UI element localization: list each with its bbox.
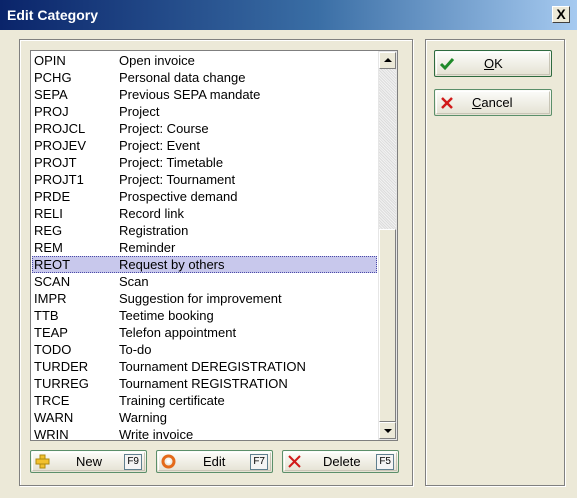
list-item[interactable]: REM Reminder: [32, 239, 377, 256]
scroll-track[interactable]: [379, 69, 396, 229]
scroll-down-button[interactable]: [379, 422, 396, 439]
category-description: Telefon appointment: [119, 325, 237, 340]
category-code: PRDE: [34, 189, 71, 204]
close-icon: X: [556, 6, 566, 22]
arrow-down-icon: [384, 429, 392, 433]
list-item[interactable]: PROJ Project: [32, 103, 377, 120]
category-description: Project: Course: [119, 121, 209, 136]
category-description: Scan: [119, 274, 149, 289]
category-code: IMPR: [34, 291, 67, 306]
category-description: Teetime booking: [119, 308, 214, 323]
list-item[interactable]: REG Registration: [32, 222, 377, 239]
category-description: Warning: [119, 410, 167, 425]
list-item[interactable]: PCHG Personal data change: [32, 69, 377, 86]
category-description: Project: Event: [119, 138, 200, 153]
list-item[interactable]: TTB Teetime booking: [32, 307, 377, 324]
category-code: OPIN: [34, 53, 66, 68]
category-description: Open invoice: [119, 53, 195, 68]
category-description: Personal data change: [119, 70, 246, 85]
list-item[interactable]: IMPR Suggestion for improvement: [32, 290, 377, 307]
category-code: SEPA: [34, 87, 68, 102]
title-bar[interactable]: Edit Category X: [0, 0, 577, 30]
category-description: Registration: [119, 223, 189, 238]
ok-button-label: OK: [484, 56, 503, 71]
list-item[interactable]: TRCE Training certificate: [32, 392, 377, 409]
list-item[interactable]: TURDER Tournament DEREGISTRATION: [32, 358, 377, 375]
category-description: Request by others: [119, 257, 225, 272]
new-button-label: New: [76, 454, 103, 469]
category-code: TEAP: [34, 325, 68, 340]
category-description: Project: Timetable: [119, 155, 224, 170]
check-icon: [439, 58, 455, 71]
category-code: PROJCL: [34, 121, 86, 136]
category-code: PROJT1: [34, 172, 84, 187]
category-code: PROJT: [34, 155, 77, 170]
scroll-thumb[interactable]: [379, 229, 396, 422]
category-description: Prospective demand: [119, 189, 238, 204]
category-code: TURREG: [34, 376, 89, 391]
category-code: TURDER: [34, 359, 89, 374]
delete-button[interactable]: Delete F5: [282, 450, 399, 473]
list-item[interactable]: WARN Warning: [32, 409, 377, 426]
category-description: Reminder: [119, 240, 176, 255]
category-description: Tournament REGISTRATION: [119, 376, 288, 391]
cancel-button-label: Cancel: [472, 95, 513, 110]
list-item[interactable]: PROJCL Project: Course: [32, 120, 377, 137]
close-button[interactable]: X: [552, 6, 570, 23]
category-code: WARN: [34, 410, 74, 425]
category-code: PCHG: [34, 70, 72, 85]
x-icon: [288, 455, 301, 468]
category-description: Previous SEPA mandate: [119, 87, 261, 102]
delete-button-label: Delete: [323, 454, 361, 469]
plus-icon: [35, 454, 50, 469]
category-description: Project: Tournament: [119, 172, 236, 187]
list-item[interactable]: PROJT Project: Timetable: [32, 154, 377, 171]
list-item[interactable]: RELI Record link: [32, 205, 377, 222]
category-description: Training certificate: [119, 393, 225, 408]
category-description: Tournament DEREGISTRATION: [119, 359, 306, 374]
list-item[interactable]: SCAN Scan: [32, 273, 377, 290]
cancel-x-icon: [441, 97, 453, 109]
category-code: SCAN: [34, 274, 71, 289]
category-description: Write invoice: [119, 427, 194, 441]
edit-button[interactable]: Edit F7: [156, 450, 273, 473]
category-code: REG: [34, 223, 63, 238]
list-item[interactable]: OPIN Open invoice: [32, 52, 377, 69]
list-item[interactable]: WRIN Write invoice: [32, 426, 377, 441]
category-code: TTB: [34, 308, 59, 323]
list-item[interactable]: TODO To-do: [32, 341, 377, 358]
category-code: REOT: [34, 257, 71, 272]
list-item[interactable]: PROJT1 Project: Tournament: [32, 171, 377, 188]
cancel-button[interactable]: Cancel: [434, 89, 552, 116]
edit-button-label: Edit: [203, 454, 226, 469]
ok-button[interactable]: OK: [434, 50, 552, 77]
category-code: PROJ: [34, 104, 69, 119]
category-description: Suggestion for improvement: [119, 291, 282, 306]
category-code: WRIN: [34, 427, 69, 441]
list-item[interactable]: REOT Request by others: [32, 256, 377, 273]
list-item[interactable]: SEPA Previous SEPA mandate: [32, 86, 377, 103]
category-code: PROJEV: [34, 138, 87, 153]
category-code: RELI: [34, 206, 63, 221]
scroll-up-button[interactable]: [379, 52, 396, 69]
new-button[interactable]: New F9: [30, 450, 147, 473]
edit-circle-icon: [161, 454, 176, 469]
category-description: To-do: [119, 342, 152, 357]
list-item[interactable]: TURREG Tournament REGISTRATION: [32, 375, 377, 392]
window-title: Edit Category: [7, 7, 99, 23]
category-listbox[interactable]: OPIN Open invoice PCHG Personal data change…: [30, 50, 398, 441]
category-code: TRCE: [34, 393, 70, 408]
category-code: TODO: [34, 342, 72, 357]
list-item[interactable]: PROJEV Project: Event: [32, 137, 377, 154]
edit-shortcut: F7: [250, 454, 268, 470]
arrow-up-icon: [384, 58, 392, 62]
list-item[interactable]: TEAP Telefon appointment: [32, 324, 377, 341]
category-code: REM: [34, 240, 63, 255]
category-description: Record link: [119, 206, 185, 221]
delete-shortcut: F5: [376, 454, 394, 470]
new-shortcut: F9: [124, 454, 142, 470]
vertical-scrollbar[interactable]: [378, 51, 397, 440]
list-item[interactable]: PRDE Prospective demand: [32, 188, 377, 205]
category-description: Project: [119, 104, 160, 119]
